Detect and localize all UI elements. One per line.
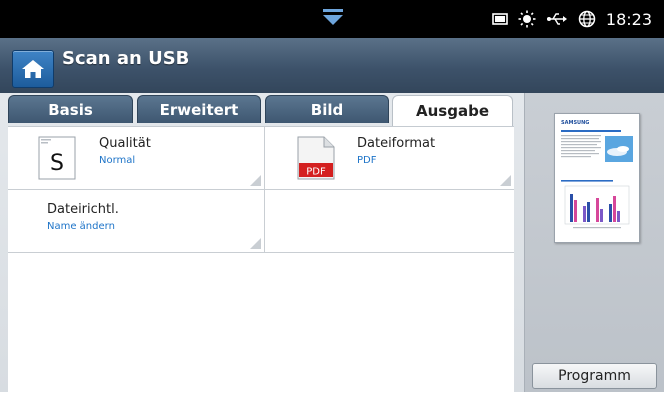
preview-logo: SAMSUNG	[561, 120, 589, 126]
cell-corner-marker	[250, 238, 261, 249]
program-button-label: Programm	[558, 368, 631, 384]
option-label: Qualität	[99, 136, 151, 151]
status-time: 18:23	[605, 9, 652, 29]
tab-label: Bild	[310, 100, 344, 119]
tab-label: Basis	[48, 100, 93, 119]
option-value: PDF	[357, 155, 377, 166]
option-file-format[interactable]: PDF Dateiformat PDF	[265, 127, 514, 189]
home-button[interactable]	[12, 50, 54, 88]
tab-label: Erweitert	[159, 100, 239, 119]
usb-icon[interactable]	[546, 12, 568, 26]
option-label: Dateirichtl.	[47, 202, 119, 217]
tab-ausgabe[interactable]: Ausgabe	[392, 95, 513, 126]
program-button[interactable]: Programm	[532, 363, 657, 389]
preview-panel: SAMSUNG Programm	[524, 93, 664, 392]
content-panel: Basis Erweitert Bild Ausgabe S Qualität …	[0, 93, 524, 393]
option-quality[interactable]: S Qualität Normal	[8, 127, 264, 189]
grid-divider	[8, 252, 514, 253]
pull-down-arrow-icon[interactable]	[320, 6, 346, 26]
options-area: S Qualität Normal PDF Dateiformat PDF Da…	[8, 126, 514, 393]
option-value: Name ändern	[47, 221, 115, 232]
option-label: Dateiformat	[357, 136, 436, 151]
tab-basis[interactable]: Basis	[8, 95, 133, 123]
option-empty	[265, 190, 514, 252]
pdf-file-icon: PDF	[297, 136, 335, 180]
home-icon	[22, 60, 44, 78]
title-bar: Scan an USB	[0, 38, 664, 94]
page-title: Scan an USB	[62, 48, 190, 69]
cell-corner-marker	[500, 175, 511, 186]
option-value: Normal	[99, 155, 136, 166]
cell-corner-marker	[250, 175, 261, 186]
tab-erweitert[interactable]: Erweitert	[137, 95, 261, 123]
tab-label: Ausgabe	[416, 102, 489, 120]
tab-bild[interactable]: Bild	[265, 95, 389, 123]
grid-divider	[264, 127, 265, 253]
brightness-icon[interactable]	[518, 10, 536, 28]
grid-divider	[8, 189, 514, 190]
preview-thumbnail[interactable]: SAMSUNG	[554, 113, 640, 243]
status-bar: 18:23	[0, 0, 664, 38]
quality-icon-letter: S	[50, 151, 64, 176]
pdf-icon-text: PDF	[306, 167, 326, 178]
network-globe-icon[interactable]	[578, 10, 596, 28]
quality-document-icon: S	[38, 136, 76, 180]
preview-page-image: SAMSUNG	[561, 120, 633, 229]
toner-icon[interactable]	[492, 12, 508, 26]
option-file-policy[interactable]: Dateirichtl. Name ändern	[8, 190, 264, 252]
